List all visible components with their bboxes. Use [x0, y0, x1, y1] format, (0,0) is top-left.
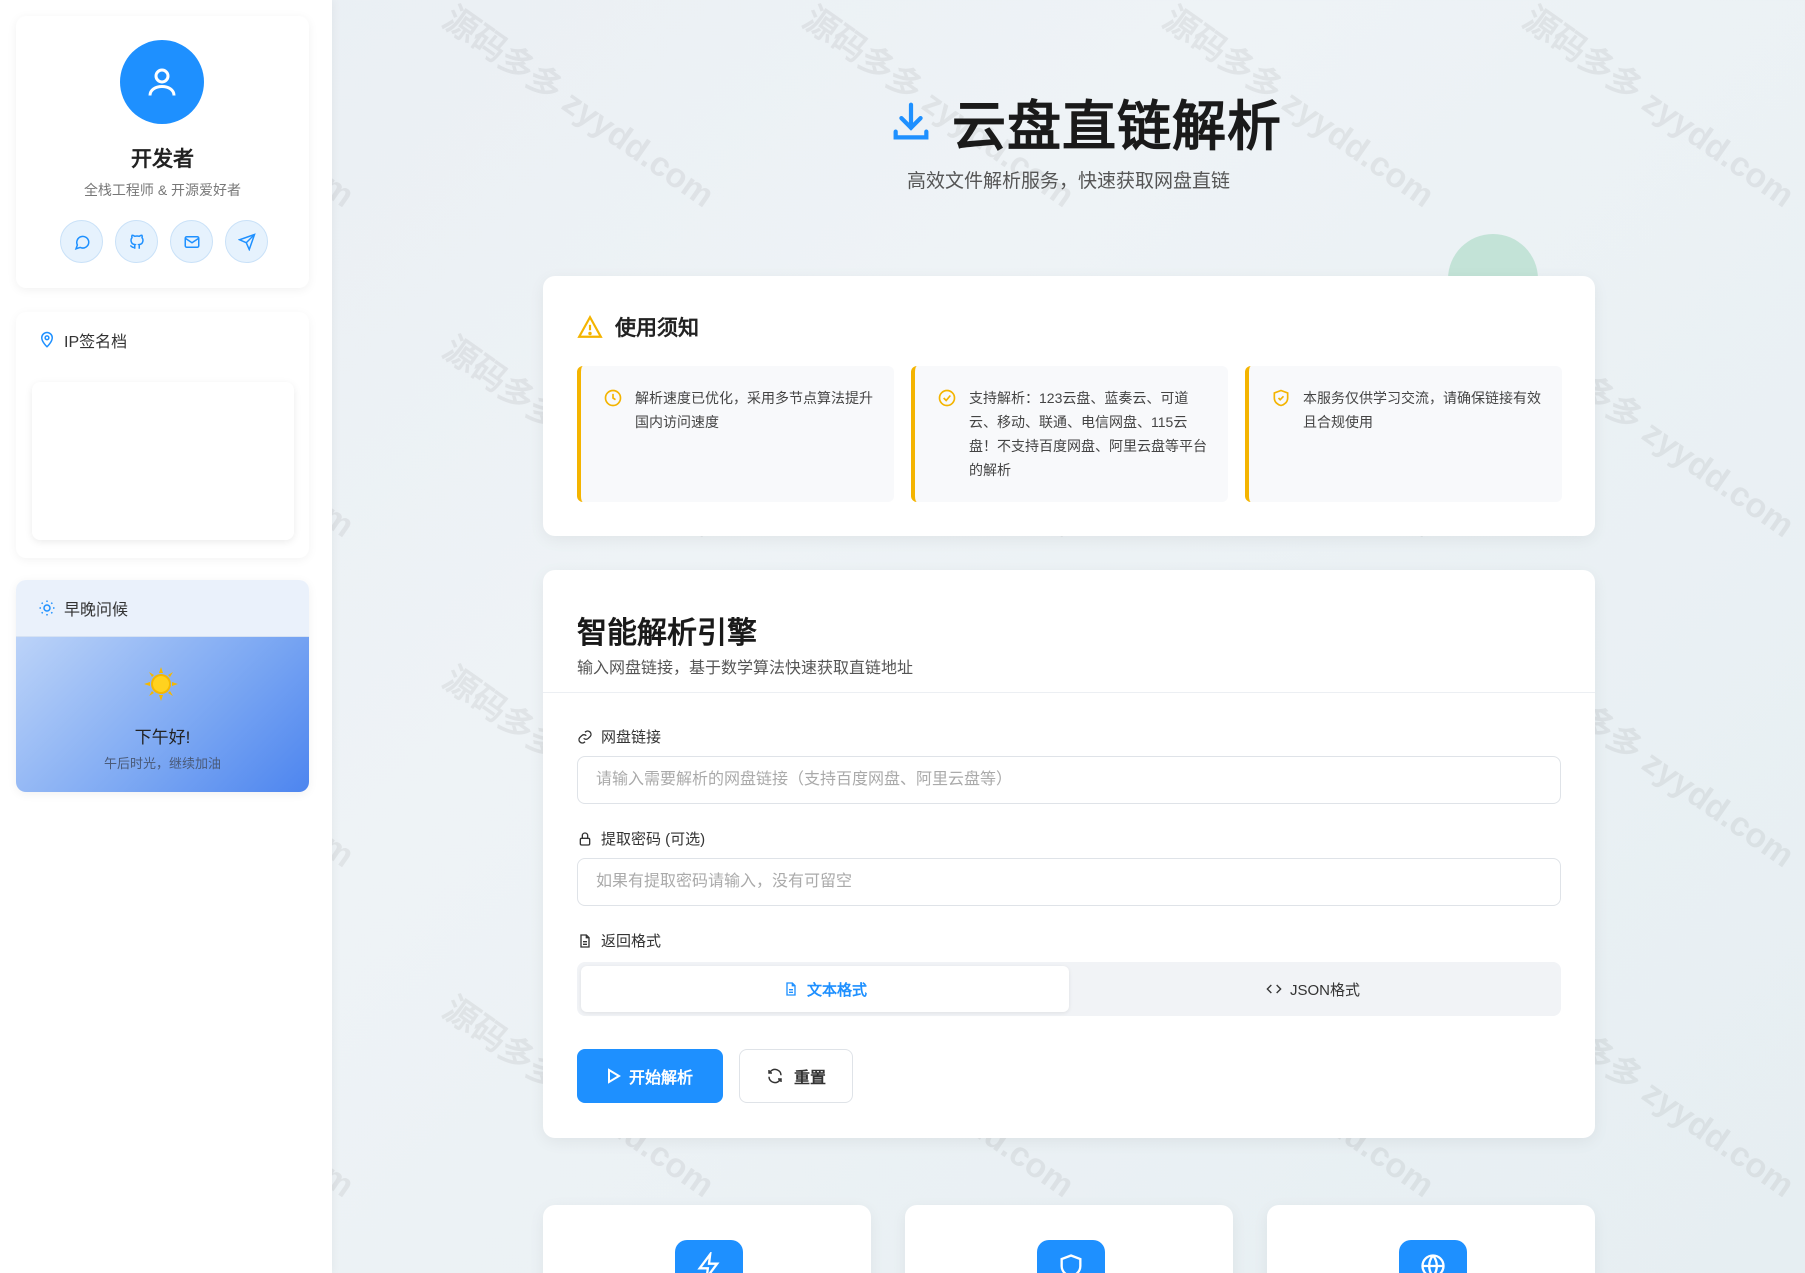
divider: [543, 692, 1595, 693]
link-label: 网盘链接: [577, 726, 661, 747]
greeting-text: 下午好!: [134, 728, 191, 747]
check-circle-icon: [938, 389, 956, 407]
format-json-option[interactable]: JSON格式: [1069, 966, 1557, 1012]
feature-icon-box: [1399, 1240, 1467, 1273]
sun-icon: [144, 667, 178, 701]
start-parse-button[interactable]: 开始解析: [577, 1049, 723, 1103]
notice-item: 本服务仅供学习交流，请确保链接有效且合规使用: [1245, 366, 1562, 502]
location-pin-icon: [40, 331, 54, 348]
chat-icon: [74, 235, 90, 250]
telegram-button[interactable]: [225, 220, 268, 263]
notice-text: 本服务仅供学习交流，请确保链接有效且合规使用: [1303, 390, 1541, 430]
send-icon: [237, 232, 256, 251]
password-label: 提取密码 (可选): [577, 828, 705, 849]
shield-check-icon: [1273, 389, 1289, 407]
notice-text: 支持解析：123云盘、蓝奏云、可道云、移动、联通、电信网盘、115云盘！不支持百…: [969, 390, 1207, 478]
download-icon: [893, 102, 929, 139]
bolt-icon: [697, 1252, 720, 1273]
feature-icon-box: [675, 1240, 743, 1273]
profile-card: 开发者 全栈工程师 & 开源爱好者: [16, 16, 309, 288]
notice-item: 解析速度已优化，采用多节点算法提升国内访问速度: [577, 366, 894, 502]
sun-outline-icon: [39, 600, 55, 616]
parse-engine-card: 智能解析引擎 输入网盘链接，基于数学算法快速获取直链地址 网盘链接 提取密码 (…: [543, 570, 1595, 1138]
chat-button[interactable]: [60, 220, 103, 263]
reset-button[interactable]: 重置: [739, 1049, 853, 1103]
avatar[interactable]: [120, 40, 204, 124]
refresh-icon: [768, 1068, 782, 1084]
mail-icon: [184, 235, 199, 248]
github-button[interactable]: [115, 220, 158, 263]
format-toggle: 文本格式 JSON格式: [577, 962, 1561, 1016]
lock-icon: [579, 831, 591, 846]
user-icon: [148, 68, 176, 96]
page-title-text: 云盘直链解析: [952, 97, 1282, 157]
ip-signature-image: [32, 382, 294, 540]
notice-card: 使用须知 解析速度已优化，采用多节点算法提升国内访问速度 支持解析：123云盘、…: [543, 276, 1595, 536]
engine-subtitle: 输入网盘链接，基于数学算法快速获取直链地址: [577, 660, 914, 677]
engine-title: 智能解析引擎: [577, 617, 757, 650]
password-input[interactable]: [577, 858, 1561, 906]
page-title: 云盘直链解析: [888, 82, 1282, 161]
feature-icon-box: [1037, 1240, 1105, 1273]
notice-text: 解析速度已优化，采用多节点算法提升国内访问速度: [635, 390, 873, 430]
globe-icon: [1421, 1254, 1445, 1273]
link-input[interactable]: [577, 756, 1561, 804]
greeting-subtext: 午后时光，继续加油: [103, 756, 221, 771]
feature-card: [905, 1205, 1233, 1273]
notice-item: 支持解析：123云盘、蓝奏云、可道云、移动、联通、电信网盘、115云盘！不支持百…: [911, 366, 1228, 502]
link-icon: [578, 729, 592, 744]
greeting-card: 早晚问候 下午好! 午后时光，继续加油: [16, 580, 309, 792]
file-icon: [580, 933, 590, 948]
ip-card-title: IP签名档: [64, 334, 128, 351]
page-subtitle: 高效文件解析服务，快速获取网盘直链: [906, 171, 1230, 192]
file-text-icon: [786, 982, 796, 996]
feature-card: [1267, 1205, 1595, 1273]
warning-icon: [577, 315, 603, 338]
social-links: [60, 220, 268, 263]
clock-icon: [604, 389, 622, 407]
shield-icon: [1060, 1254, 1082, 1273]
github-icon: [129, 234, 144, 249]
format-text-option[interactable]: 文本格式: [581, 966, 1069, 1012]
format-label: 返回格式: [577, 930, 661, 951]
feature-card: [543, 1205, 871, 1273]
play-icon: [607, 1068, 621, 1084]
email-button[interactable]: [170, 220, 213, 263]
greeting-card-title: 早晚问候: [64, 602, 129, 619]
notice-title: 使用须知: [615, 317, 699, 340]
ip-signature-card: IP签名档: [16, 312, 309, 558]
code-icon: [1266, 984, 1282, 994]
